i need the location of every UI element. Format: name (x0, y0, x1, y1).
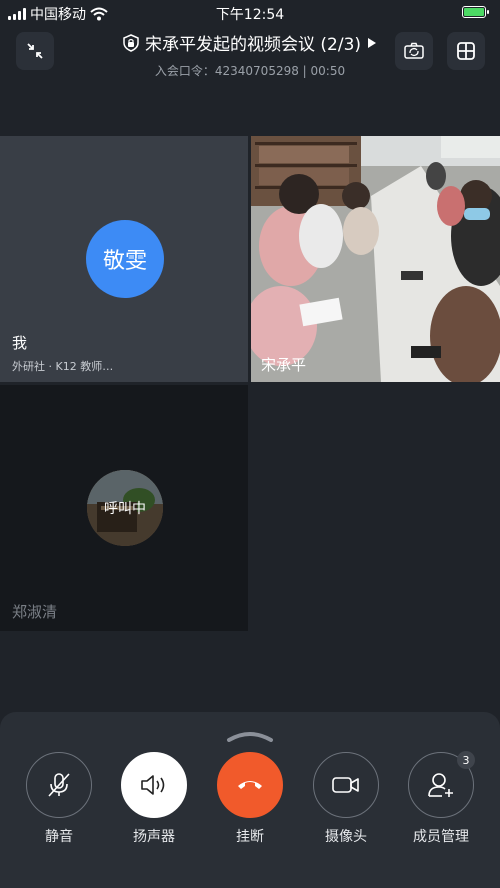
speaker-icon (141, 775, 165, 795)
avatar: 呼叫中 (87, 470, 163, 546)
layout-grid-button[interactable] (447, 32, 485, 70)
camera-icon (332, 777, 359, 793)
mute-circle[interactable] (26, 752, 92, 818)
expand-handle-icon[interactable] (226, 730, 274, 742)
add-member-icon (428, 773, 453, 797)
participant-tile-me[interactable]: 敬雯 我 外研社 · K12 教师… (0, 136, 248, 382)
participant-name: 宋承平 (261, 356, 307, 374)
mic-off-icon (48, 773, 70, 797)
grid-icon (457, 42, 475, 60)
status-bar: 中国移动 下午12:54 (0, 0, 500, 26)
hangup-icon (238, 781, 262, 789)
switch-camera-button[interactable] (395, 32, 433, 70)
video-feed (251, 136, 500, 382)
camera-button[interactable]: 摄像头 (298, 752, 394, 846)
camera-circle[interactable] (313, 752, 379, 818)
member-management-button[interactable]: 3 成员管理 (393, 751, 489, 846)
speaker-button[interactable]: 扬声器 (106, 752, 202, 846)
lock-shield-icon (123, 33, 139, 52)
hangup-circle[interactable] (217, 752, 283, 818)
avatar: 敬雯 (86, 220, 164, 298)
participant-org: 外研社 · K12 教师… (12, 360, 114, 373)
hangup-label: 挂断 (236, 829, 264, 845)
meeting-title: 宋承平发起的视频会议 (2/3) (144, 35, 362, 55)
battery-icon (462, 6, 489, 18)
speaker-circle[interactable] (121, 752, 187, 818)
calling-status: 呼叫中 (87, 470, 163, 546)
member-management-circle[interactable]: 3 (408, 751, 475, 818)
control-panel: 静音 扬声器 挂断 摄像头 3 成员管理 (0, 712, 500, 888)
member-count-badge: 3 (457, 751, 475, 769)
mute-label: 静音 (45, 829, 73, 845)
mute-button[interactable]: 静音 (11, 752, 107, 846)
participant-name: 我 (12, 334, 28, 352)
hangup-button[interactable]: 挂断 (202, 752, 298, 846)
switch-camera-icon (404, 42, 424, 59)
participant-name: 郑淑清 (12, 603, 58, 621)
participant-tile-zheng[interactable]: 呼叫中 郑淑清 (0, 385, 248, 631)
speaker-label: 扬声器 (133, 829, 175, 845)
participant-tile-song[interactable]: 宋承平 (251, 136, 500, 382)
clock: 下午12:54 (215, 7, 285, 23)
play-triangle-icon (368, 37, 377, 48)
member-management-label: 成员管理 (413, 829, 469, 845)
camera-label: 摄像头 (325, 829, 367, 845)
